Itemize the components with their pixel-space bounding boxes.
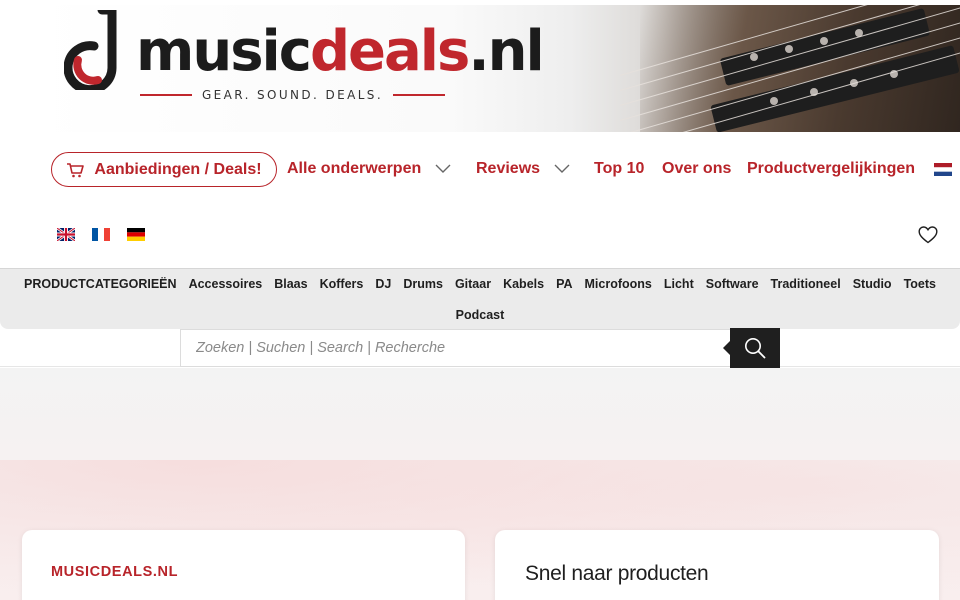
category-koffers[interactable]: Koffers [314, 277, 370, 291]
category-podcast[interactable]: Podcast [450, 308, 511, 322]
quick-products-title: Snel naar producten [525, 562, 709, 585]
nav-comparisons-label: Productvergelijkingen [747, 160, 916, 177]
guitar-banner-image [600, 5, 960, 132]
flag-fr-icon[interactable] [92, 228, 110, 241]
logo-music-text: music [136, 19, 312, 84]
flag-en-icon[interactable] [57, 228, 75, 241]
page: musicdeals.nl GEAR. SOUND. DEALS. Aanbie… [0, 0, 960, 600]
category-bar: PRODUCTCATEGORIEËN Accessoires Blaas Kof… [0, 268, 960, 329]
intro-card-kicker: MUSICDEALS.NL [51, 564, 179, 580]
search-bar [0, 328, 960, 368]
logo-icon[interactable] [64, 10, 120, 90]
category-microfoons[interactable]: Microfoons [579, 277, 658, 291]
nav-top10-label: Top 10 [594, 160, 645, 177]
logo-deals-text: deals [309, 19, 470, 84]
nav-all-topics[interactable]: Alle onderwerpen [287, 160, 451, 178]
category-kabels[interactable]: Kabels [497, 277, 550, 291]
nav-about-label: Over ons [662, 160, 732, 177]
nav-top10[interactable]: Top 10 [594, 160, 644, 178]
main-navigation: Aanbiedingen / Deals! Alle onderwerpen R… [0, 150, 960, 190]
nav-all-topics-label: Alle onderwerpen [287, 160, 422, 177]
category-gitaar[interactable]: Gitaar [449, 277, 497, 291]
shopping-cart-icon [67, 162, 85, 177]
nav-comparisons[interactable]: Productvergelijkingen [747, 160, 915, 178]
category-pa[interactable]: PA [550, 277, 578, 291]
heart-icon[interactable] [918, 225, 938, 245]
deals-button[interactable]: Aanbiedingen / Deals! [51, 152, 277, 187]
nav-reviews[interactable]: Reviews [476, 160, 570, 178]
logo-tld-text: .nl [468, 19, 544, 84]
deals-button-label: Aanbiedingen / Deals! [94, 160, 262, 178]
category-row: PRODUCTCATEGORIEËN Accessoires Blaas Kof… [0, 277, 960, 291]
category-row: Podcast [0, 308, 960, 322]
category-traditioneel[interactable]: Traditioneel [765, 277, 847, 291]
search-icon [745, 338, 766, 359]
tagline-text: GEAR. SOUND. DEALS. [201, 88, 384, 102]
logo-tagline: GEAR. SOUND. DEALS. [140, 88, 446, 102]
category-toets[interactable]: Toets [898, 277, 942, 291]
category-drums[interactable]: Drums [397, 277, 449, 291]
chevron-down-icon[interactable] [554, 164, 570, 174]
chevron-down-icon[interactable] [435, 164, 451, 174]
quick-products-card: Snel naar producten [495, 530, 939, 600]
category-accessoires[interactable]: Accessoires [183, 277, 269, 291]
flag-nl-icon[interactable] [934, 163, 952, 176]
language-switcher [0, 225, 960, 245]
intro-card: MUSICDEALS.NL [22, 530, 465, 600]
category-software[interactable]: Software [700, 277, 765, 291]
categories-heading[interactable]: PRODUCTCATEGORIEËN [18, 277, 183, 291]
category-blaas[interactable]: Blaas [268, 277, 313, 291]
search-button[interactable] [723, 328, 780, 368]
flag-de-icon[interactable] [127, 228, 145, 241]
category-studio[interactable]: Studio [847, 277, 898, 291]
nav-reviews-label: Reviews [476, 160, 541, 177]
search-input[interactable] [180, 329, 732, 367]
site-logo[interactable]: musicdeals.nl [136, 19, 545, 84]
nav-about[interactable]: Over ons [662, 160, 731, 178]
category-dj[interactable]: DJ [369, 277, 397, 291]
category-licht[interactable]: Licht [658, 277, 700, 291]
